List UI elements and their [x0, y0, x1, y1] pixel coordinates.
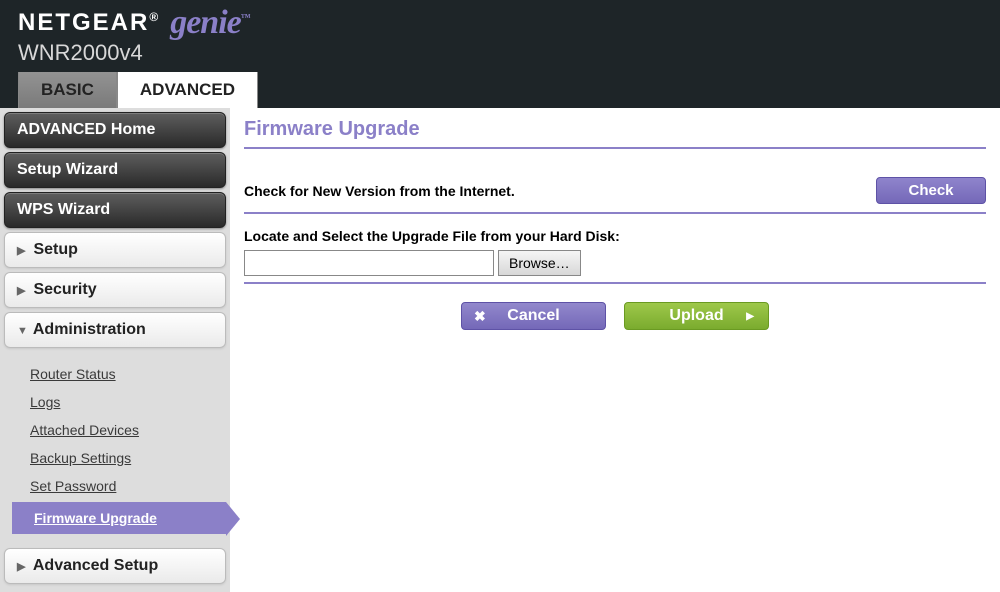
close-icon: ✖	[474, 308, 486, 325]
sidebar-item-firmware-upgrade[interactable]: Firmware Upgrade	[12, 502, 226, 534]
trademark-mark: ™	[241, 13, 250, 24]
netgear-logo: NETGEAR®	[18, 9, 160, 37]
sidebar-wps-wizard[interactable]: WPS Wizard	[4, 192, 226, 228]
submenu-administration: Router Status Logs Attached Devices Back…	[4, 352, 226, 548]
browse-button[interactable]: Browse…	[498, 250, 581, 276]
genie-logo: genie™	[170, 4, 250, 42]
header-bar: NETGEAR® genie™ WNR2000v4	[0, 0, 1000, 72]
tab-basic[interactable]: BASIC	[18, 71, 117, 108]
check-version-label: Check for New Version from the Internet.	[244, 183, 515, 199]
sidebar-item-set-password[interactable]: Set Password	[30, 472, 226, 500]
sidebar-setup-wizard[interactable]: Setup Wizard	[4, 152, 226, 188]
sidebar-group-administration[interactable]: ▼ Administration	[4, 312, 226, 348]
chevron-right-icon: ▶	[17, 244, 29, 257]
sidebar-group-security[interactable]: ▶ Security	[4, 272, 226, 308]
locate-file-label: Locate and Select the Upgrade File from …	[244, 228, 986, 244]
registered-mark: ®	[149, 10, 160, 24]
chevron-right-icon: ▶	[17, 560, 29, 573]
sidebar-item-logs[interactable]: Logs	[30, 388, 226, 416]
sidebar-group-label: Security	[33, 281, 96, 298]
sidebar-item-backup-settings[interactable]: Backup Settings	[30, 444, 226, 472]
divider	[244, 212, 986, 214]
tabs-row: BASIC ADVANCED	[0, 72, 1000, 108]
model-label: WNR2000v4	[18, 40, 982, 66]
page-title: Firmware Upgrade	[244, 118, 986, 147]
sidebar-advanced-home[interactable]: ADVANCED Home	[4, 112, 226, 148]
cancel-button[interactable]: ✖ Cancel	[461, 302, 606, 330]
sidebar-group-advanced-setup[interactable]: ▶ Advanced Setup	[4, 548, 226, 584]
sidebar-group-label: Administration	[33, 321, 146, 338]
sidebar-group-setup[interactable]: ▶ Setup	[4, 232, 226, 268]
sidebar-item-router-status[interactable]: Router Status	[30, 360, 226, 388]
chevron-right-icon: ▶	[17, 284, 29, 297]
upload-button-label: Upload	[669, 307, 723, 325]
content-area: Firmware Upgrade Check for New Version f…	[230, 108, 1000, 592]
upload-button[interactable]: Upload ▶	[624, 302, 769, 330]
sidebar-group-label: Advanced Setup	[33, 557, 158, 574]
sidebar-group-label: Setup	[33, 241, 77, 258]
cancel-button-label: Cancel	[507, 307, 559, 325]
chevron-down-icon: ▼	[17, 325, 29, 337]
tab-advanced[interactable]: ADVANCED	[117, 71, 258, 108]
check-button[interactable]: Check	[876, 177, 986, 204]
chevron-right-icon: ▶	[746, 311, 754, 322]
divider	[244, 282, 986, 284]
sidebar: ADVANCED Home Setup Wizard WPS Wizard ▶ …	[0, 108, 230, 592]
divider	[244, 147, 986, 149]
sidebar-item-attached-devices[interactable]: Attached Devices	[30, 416, 226, 444]
upgrade-file-input[interactable]	[244, 250, 494, 276]
